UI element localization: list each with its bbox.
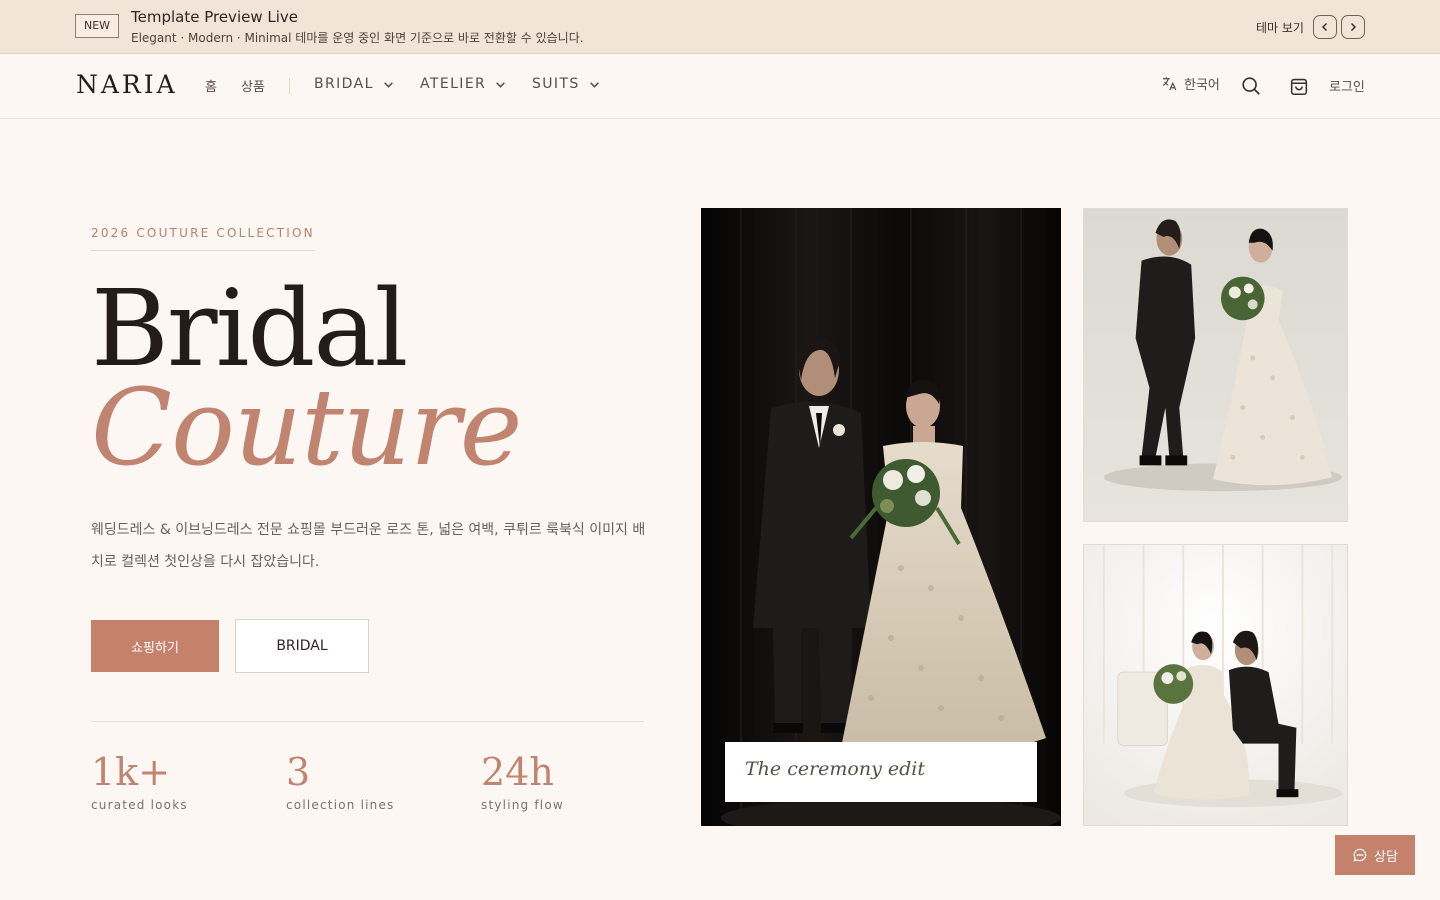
stat-value: 3 (286, 750, 311, 794)
nav-bridal-label: BRIDAL (314, 76, 374, 92)
stat-curated-looks: 1k+ curated looks (91, 750, 188, 812)
cart-button[interactable] (1288, 75, 1310, 97)
chevron-down-icon (496, 81, 506, 88)
chevron-left-icon (1322, 23, 1327, 31)
hero-title-line2: Couture (91, 366, 522, 489)
search-icon (1242, 77, 1260, 95)
stat-styling-flow: 24h styling flow (481, 750, 564, 812)
stat-value: 1k+ (91, 750, 171, 794)
stat-label: collection lines (286, 798, 395, 812)
search-button[interactable] (1240, 75, 1262, 97)
couple-dark-backdrop-image (701, 208, 1061, 826)
nav-suits-dropdown[interactable]: SUITS (532, 76, 600, 92)
nav-atelier-label: ATELIER (420, 76, 487, 92)
stats-divider (91, 721, 644, 722)
chevron-down-icon (383, 81, 393, 88)
hero-description: 웨딩드레스 & 이브닝드레스 전문 쇼핑몰 부드러운 로즈 톤, 넓은 여백, … (91, 522, 646, 570)
stat-label: styling flow (481, 798, 564, 812)
site-header: NARIA 홈 상품 BRIDAL ATELIER SUITS 한국어 로그인 (0, 54, 1440, 119)
chevron-right-icon (1351, 23, 1356, 31)
gallery-photo-bottom[interactable] (1083, 544, 1348, 826)
stat-value: 24h (481, 750, 554, 794)
theme-view-label[interactable]: 테마 보기 (1256, 19, 1304, 36)
hero-main-photo[interactable] (701, 208, 1061, 826)
nav-home[interactable]: 홈 (205, 76, 217, 95)
theme-next-button[interactable] (1341, 15, 1365, 39)
nav-bridal-dropdown[interactable]: BRIDAL (314, 76, 394, 92)
couple-studio-standing-image (1084, 209, 1347, 521)
announcement-subtitle: Elegant · Modern · Minimal 테마를 운영 중인 화면 … (131, 31, 584, 45)
language-label: 한국어 (1184, 78, 1220, 93)
login-link[interactable]: 로그인 (1329, 76, 1365, 95)
announcement-bar: NEW Template Preview Live Elegant · Mode… (0, 0, 1440, 54)
couple-studio-seated-image (1084, 545, 1347, 825)
nav-divider (289, 78, 290, 94)
brand-logo[interactable]: NARIA (76, 70, 178, 99)
consult-chat-button[interactable]: 상담 (1335, 835, 1415, 875)
hero-eyebrow: 2026 COUTURE COLLECTION (91, 226, 315, 251)
gallery-caption-card: The ceremony edit (725, 742, 1037, 802)
language-selector[interactable]: 한국어 (1160, 74, 1220, 93)
shop-now-button[interactable]: 쇼핑하기 (91, 620, 219, 672)
translate-icon (1162, 76, 1177, 90)
stat-collection-lines: 3 collection lines (286, 750, 395, 812)
shopping-bag-icon (1290, 78, 1308, 96)
chat-bubble-icon (1353, 848, 1367, 862)
stat-label: curated looks (91, 798, 188, 812)
nav-suits-label: SUITS (532, 76, 580, 92)
consult-chat-label: 상담 (1374, 849, 1398, 865)
nav-products[interactable]: 상품 (241, 76, 265, 95)
announcement-title: Template Preview Live (131, 8, 298, 26)
new-badge: NEW (75, 14, 119, 38)
nav-atelier-dropdown[interactable]: ATELIER (420, 76, 506, 92)
gallery-caption: The ceremony edit (745, 758, 925, 780)
theme-prev-button[interactable] (1313, 15, 1337, 39)
bridal-button[interactable]: BRIDAL (235, 619, 369, 673)
chevron-down-icon (589, 81, 599, 88)
gallery-photo-top[interactable] (1083, 208, 1348, 522)
